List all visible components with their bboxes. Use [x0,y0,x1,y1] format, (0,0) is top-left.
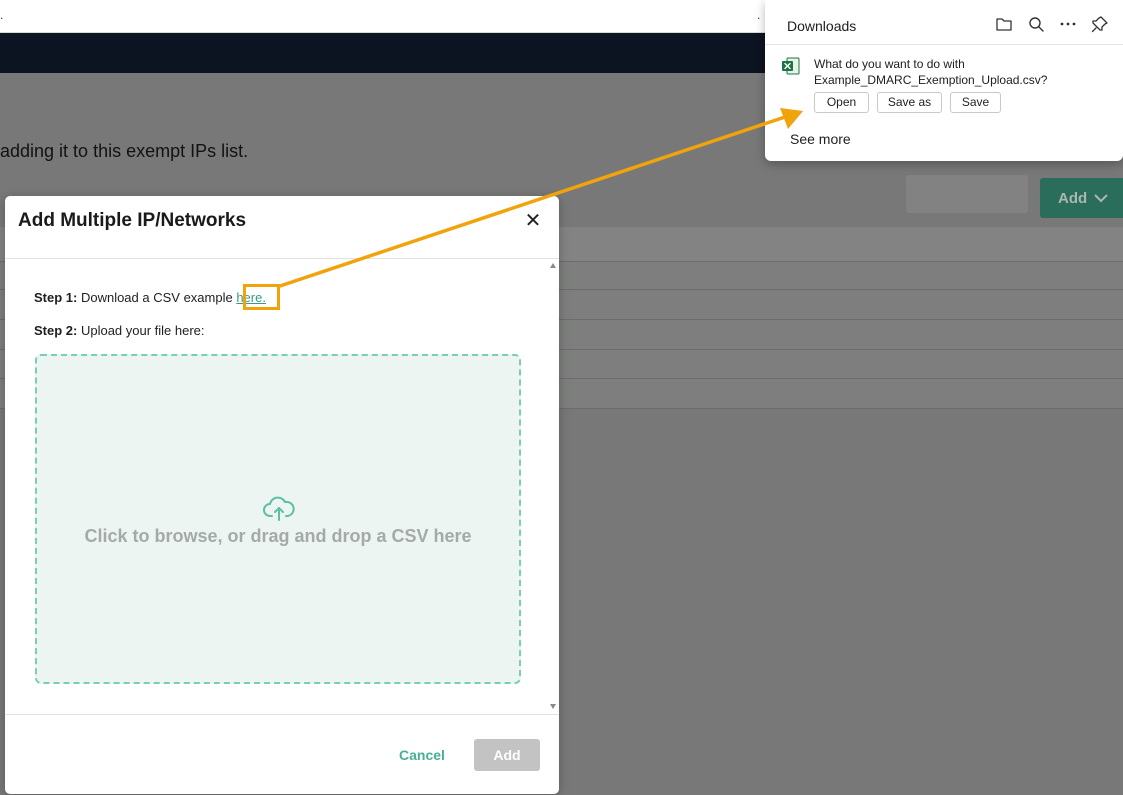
browser-text-right: . [757,8,761,22]
add-dropdown-button[interactable]: Add [1040,178,1123,218]
step1-instruction: Step 1: Download a CSV example here. [34,290,266,305]
page-search-box[interactable] [906,175,1028,213]
page-description: adding it to this exempt IPs list. [0,141,249,161]
chevron-down-icon [1094,194,1108,203]
dropzone-text: Click to browse, or drag and drop a CSV … [84,526,472,546]
download-question-line1: What do you want to do with [814,57,965,71]
scroll-up-arrow-icon[interactable] [550,263,556,268]
close-icon[interactable]: ✕ [523,211,543,231]
open-button[interactable]: Open [814,92,869,113]
step1-label: Step 1: [34,290,78,305]
more-icon[interactable] [1058,14,1078,34]
modal-divider [5,714,559,715]
cloud-upload-icon [263,496,295,521]
downloads-title: Downloads [787,18,857,34]
see-more-link[interactable]: See more [790,131,851,147]
downloads-divider [765,44,1123,45]
step2-label: Step 2: [34,323,78,338]
scroll-down-arrow-icon[interactable] [550,704,556,709]
add-multiple-ip-modal: Add Multiple IP/Networks ✕ Step 1: Downl… [5,196,559,794]
downloads-panel: Downloads What do you want to do with Ex… [765,0,1123,161]
modal-divider [5,258,559,259]
excel-file-icon [782,57,800,75]
download-filename: Example_DMARC_Exemption_Upload.csv? [814,73,1048,87]
cancel-button[interactable]: Cancel [391,739,453,771]
browser-text-left: . [0,8,4,22]
search-icon[interactable] [1026,14,1046,34]
browser-toolbar: . . [0,0,770,33]
add-button[interactable]: Add [474,739,540,771]
csv-dropzone[interactable]: Click to browse, or drag and drop a CSV … [35,354,521,684]
link-highlight-box [243,284,280,310]
folder-icon[interactable] [994,14,1014,34]
step1-text: Download a CSV example [77,290,237,305]
pin-icon[interactable] [1090,14,1110,34]
modal-title: Add Multiple IP/Networks [18,210,247,231]
save-button[interactable]: Save [950,92,1001,113]
save-as-button[interactable]: Save as [877,92,942,113]
step2-instruction: Step 2: Upload your file here: [34,323,205,338]
add-dropdown-label: Add [1058,189,1088,207]
step2-text: Upload your file here: [77,323,205,338]
